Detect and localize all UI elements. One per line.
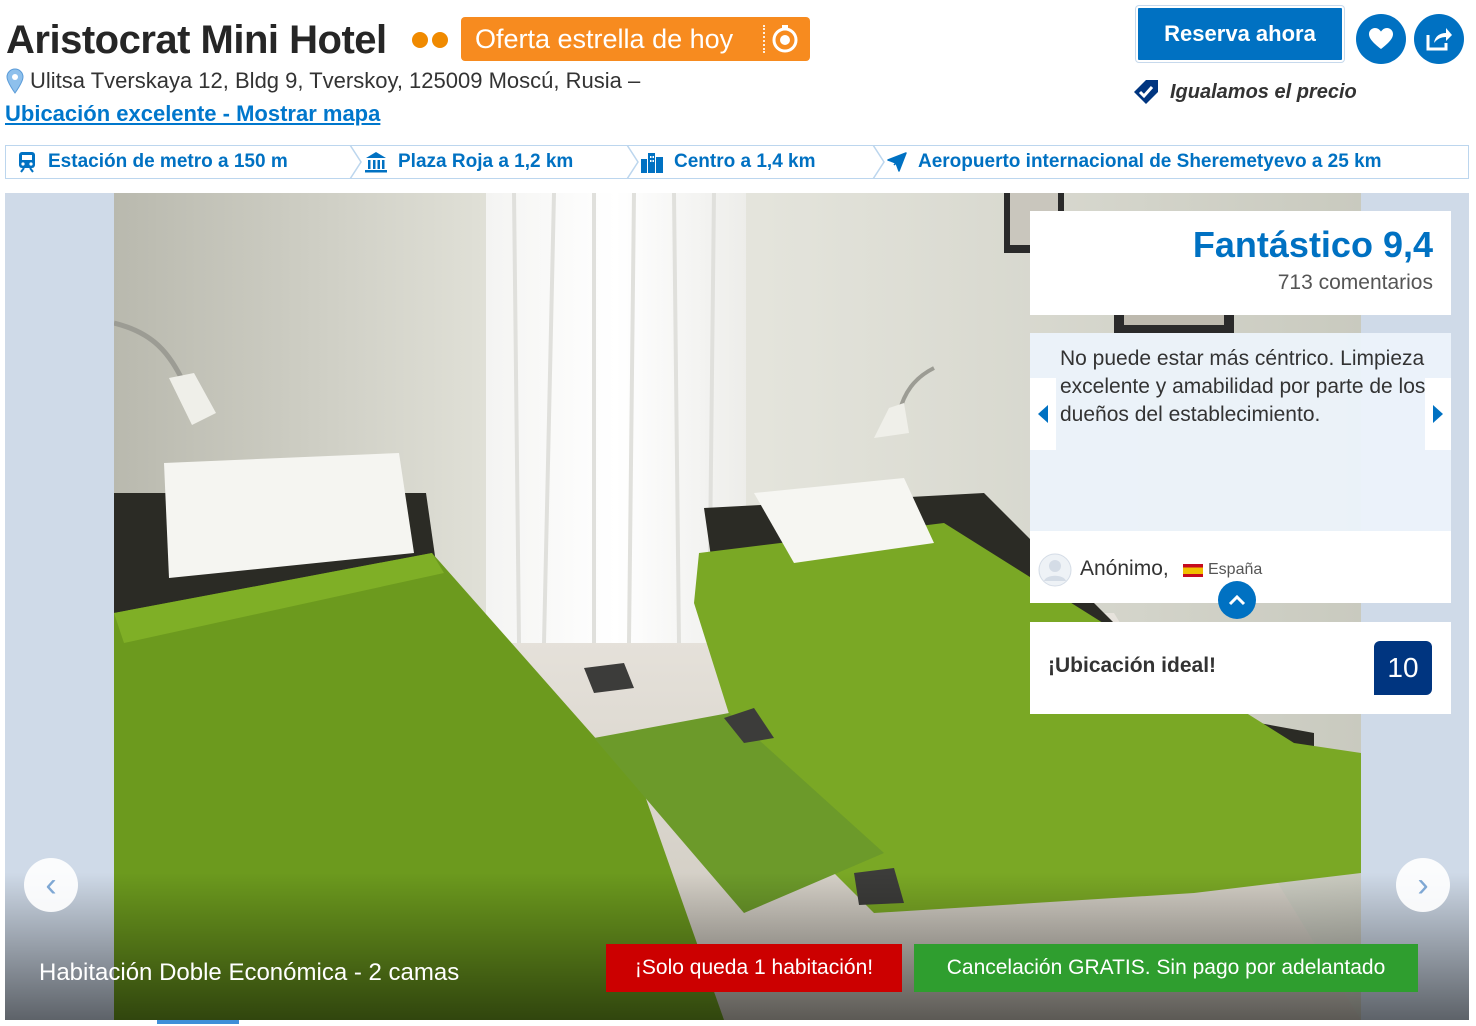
gallery-prev-arrow[interactable]: ‹: [24, 858, 78, 912]
collapse-review-button[interactable]: [1218, 581, 1256, 619]
tag-check-icon: [1134, 80, 1158, 104]
availability-badge: ¡Solo queda 1 habitación!: [606, 944, 902, 992]
share-icon: [1426, 28, 1452, 51]
star-dot-icon: [432, 32, 448, 48]
star-dot-icon: [412, 32, 428, 48]
landmark-label: Plaza Roja a 1,2 km: [398, 151, 574, 172]
landmark-red-square[interactable]: Plaza Roja a 1,2 km: [364, 146, 573, 178]
hotel-address: Ulitsa Tverskaya 12, Bldg 9, Tverskoy, 1…: [6, 68, 640, 94]
review-count[interactable]: 713 comentarios: [1030, 271, 1433, 295]
chevron-up-icon: [1228, 594, 1246, 606]
deal-clock-icon: [772, 25, 798, 53]
caret-left-icon: [1038, 405, 1048, 423]
review-prev-button[interactable]: [1030, 378, 1056, 450]
room-name[interactable]: Habitación Doble Económica - 2 camas: [39, 959, 459, 987]
spain-flag-icon: [1183, 563, 1203, 577]
reviewer-country: España: [1183, 561, 1262, 579]
review-next-button[interactable]: [1425, 378, 1451, 450]
plane-icon: [887, 152, 907, 172]
train-icon: [19, 152, 35, 173]
map-pin-icon: [6, 68, 24, 94]
reviewer-info: Anónimo, España: [1030, 531, 1451, 619]
hotel-name: Aristocrat Mini Hotel: [6, 18, 387, 62]
highlight-score-badge: 10: [1374, 641, 1432, 695]
deal-badge-label: Oferta estrella de hoy: [475, 23, 734, 54]
divider-chevron: [349, 145, 362, 179]
review-score-box[interactable]: Fantástico 9,4 713 comentarios: [1030, 211, 1451, 315]
star-rating: [412, 32, 448, 48]
city-icon: [641, 153, 663, 173]
landmark-metro[interactable]: Estación de metro a 150 m: [16, 146, 288, 178]
landmark-center[interactable]: Centro a 1,4 km: [640, 146, 816, 178]
share-button[interactable]: [1414, 14, 1464, 64]
reviewer-country-label: España: [1208, 561, 1263, 578]
review-card: No puede estar más céntrico. Limpieza ex…: [1030, 333, 1451, 619]
gallery-next-arrow[interactable]: ›: [1396, 858, 1450, 912]
deal-badge-divider: [763, 25, 765, 53]
favorite-button[interactable]: [1356, 14, 1406, 64]
caret-right-icon: [1433, 405, 1443, 423]
price-match-label: Igualamos el precio: [1170, 80, 1357, 103]
divider-chevron: [872, 145, 885, 179]
location-highlight: ¡Ubicación ideal! 10: [1030, 622, 1451, 714]
landmark-airport[interactable]: Aeropuerto internacional de Sheremetyevo…: [886, 146, 1382, 178]
landmark-label: Aeropuerto internacional de Sheremetyevo…: [918, 151, 1382, 172]
avatar-icon: [1038, 553, 1072, 587]
highlight-label: ¡Ubicación ideal!: [1048, 654, 1217, 677]
heart-icon: [1369, 28, 1393, 49]
deal-badge[interactable]: Oferta estrella de hoy: [461, 17, 810, 61]
landmark-label: Centro a 1,4 km: [674, 151, 816, 172]
review-score-label: Fantástico 9,4: [1192, 224, 1433, 265]
review-quote: No puede estar más céntrico. Limpieza ex…: [1060, 347, 1426, 426]
reviewer-name: Anónimo,: [1080, 557, 1169, 580]
landmark-label: Estación de metro a 150 m: [48, 151, 288, 172]
address-text: Ulitsa Tverskaya 12, Bldg 9, Tverskoy, 1…: [30, 68, 641, 93]
price-match[interactable]: Igualamos el precio: [1132, 78, 1357, 106]
show-map-link[interactable]: Ubicación excelente - Mostrar mapa: [5, 101, 380, 127]
museum-icon: [365, 152, 387, 173]
landmarks-bar: Estación de metro a 150 m Plaza Roja a 1…: [5, 145, 1469, 179]
free-cancellation-badge: Cancelación GRATIS. Sin pago por adelant…: [914, 944, 1418, 992]
gallery-progress-indicator: [157, 1020, 239, 1024]
divider-chevron: [626, 145, 639, 179]
book-now-button[interactable]: Reserva ahora: [1136, 6, 1344, 62]
